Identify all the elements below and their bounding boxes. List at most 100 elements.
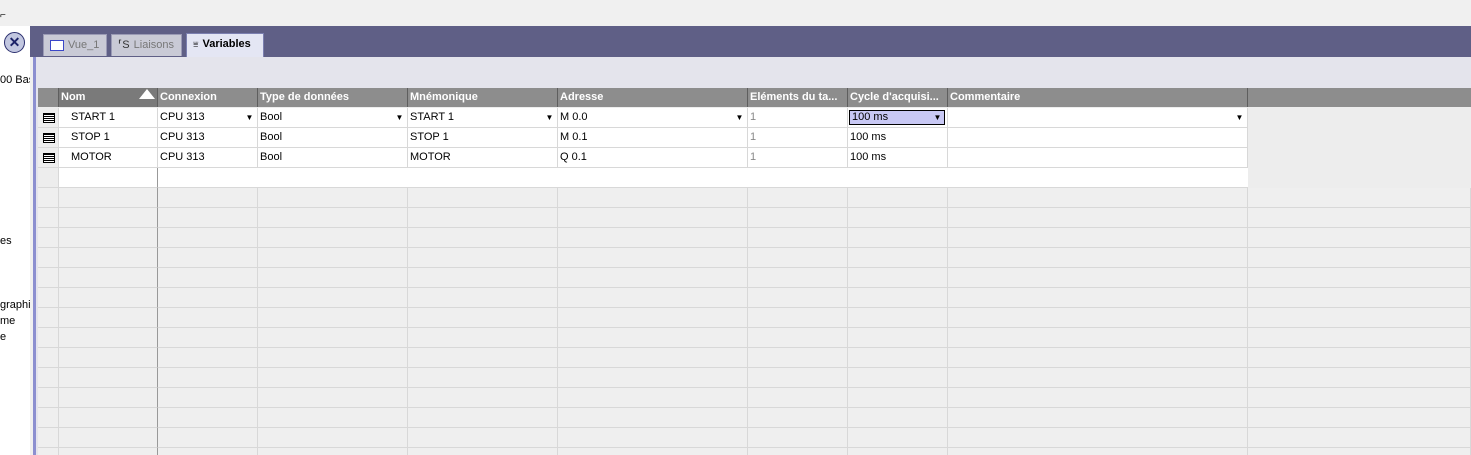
cell-commentaire[interactable] — [948, 128, 1248, 148]
empty-cell — [38, 368, 59, 388]
cell-nom[interactable]: MOTOR — [59, 148, 158, 168]
column-header-commentaire[interactable]: Commentaire — [948, 88, 1248, 107]
empty-row — [38, 288, 1471, 308]
cell-connexion[interactable]: CPU 313 — [158, 148, 258, 168]
row-selector[interactable] — [38, 108, 59, 128]
row-icon — [43, 133, 55, 143]
tab-liaisons[interactable]: ⸢S Liaisons — [111, 34, 182, 56]
empty-cell — [748, 228, 848, 248]
cell-nom[interactable]: START 1 — [59, 108, 158, 128]
row-selector[interactable] — [38, 148, 59, 168]
new-entry-cells[interactable] — [158, 168, 1248, 188]
empty-cell — [1248, 208, 1471, 228]
dropdown-arrow-icon[interactable]: ▼ — [544, 112, 555, 123]
tab-vue-1[interactable]: Vue_1 — [43, 34, 107, 56]
tab-variables[interactable]: ⩸ Variables — [186, 33, 264, 57]
cell-connexion[interactable]: CPU 313 — [158, 128, 258, 148]
empty-cell — [408, 408, 558, 428]
column-header-cycle[interactable]: Cycle d'acquisi... — [848, 88, 948, 107]
cell-mnemonique[interactable]: MOTOR — [408, 148, 558, 168]
dropdown-arrow-icon[interactable]: ▼ — [1234, 112, 1245, 123]
cell-nom[interactable]: STOP 1 — [59, 128, 158, 148]
cell-type[interactable]: Bool ▼ — [258, 108, 408, 128]
cell-value: START 1 — [410, 111, 455, 123]
cell-type[interactable]: Bool — [258, 128, 408, 148]
cell-type[interactable]: Bool — [258, 148, 408, 168]
cell-connexion[interactable]: CPU 313 ▼ — [158, 108, 258, 128]
cell-elements[interactable]: 1 — [748, 128, 848, 148]
empty-cell — [158, 408, 258, 428]
cycle-select[interactable]: 100 ms ▼ — [849, 110, 945, 125]
dropdown-arrow-icon[interactable]: ▼ — [932, 112, 943, 123]
empty-cell — [558, 288, 748, 308]
dropdown-arrow-icon[interactable]: ▼ — [244, 112, 255, 123]
column-header-label: Nom — [61, 91, 86, 103]
empty-row — [38, 188, 1471, 208]
table-row[interactable]: STOP 1 CPU 313 Bool STOP 1 M 0.1 1 100 m… — [38, 128, 1471, 148]
empty-cell — [1248, 328, 1471, 348]
empty-cell — [59, 248, 158, 268]
cell-commentaire[interactable] — [948, 148, 1248, 168]
new-entry-row[interactable] — [38, 168, 1471, 188]
column-header-elements[interactable]: Eléments du ta... — [748, 88, 848, 107]
column-header-adresse[interactable]: Adresse — [558, 88, 748, 107]
cell-mnemonique[interactable]: STOP 1 — [408, 128, 558, 148]
dropdown-arrow-icon[interactable]: ▼ — [734, 112, 745, 123]
empty-cell — [558, 188, 748, 208]
empty-cell — [748, 188, 848, 208]
empty-cell — [38, 228, 59, 248]
row-icon — [43, 153, 55, 163]
empty-cell — [558, 268, 748, 288]
column-header-type[interactable]: Type de données — [258, 88, 408, 107]
empty-cell — [258, 428, 408, 448]
cell-elements[interactable]: 1 — [748, 148, 848, 168]
column-header-nom[interactable]: Nom — [59, 88, 158, 107]
column-header-mnemonique[interactable]: Mnémonique — [408, 88, 558, 107]
empty-cell — [948, 368, 1248, 388]
empty-row — [38, 228, 1471, 248]
empty-cell — [748, 448, 848, 455]
empty-cell — [1248, 368, 1471, 388]
cell-elements[interactable]: 1 — [748, 108, 848, 128]
empty-cell — [158, 268, 258, 288]
cell-mnemonique[interactable]: START 1 ▼ — [408, 108, 558, 128]
close-editor-button[interactable]: ✕ — [4, 32, 25, 53]
empty-cell — [558, 368, 748, 388]
empty-cell — [59, 368, 158, 388]
cell-cycle[interactable]: 100 ms — [848, 148, 948, 168]
table-row[interactable]: START 1 CPU 313 ▼ Bool ▼ START 1 ▼ M 0.0… — [38, 108, 1471, 128]
cell-cycle[interactable]: 100 ms — [848, 128, 948, 148]
row-selector[interactable] — [38, 168, 59, 188]
empty-cell — [59, 448, 158, 455]
cell-cycle[interactable]: 100 ms ▼ — [848, 108, 948, 128]
cell-adresse[interactable]: M 0.1 — [558, 128, 748, 148]
cell-value: Bool — [260, 111, 283, 123]
empty-cell — [558, 448, 748, 455]
empty-cell — [948, 348, 1248, 368]
empty-cell — [59, 408, 158, 428]
empty-cell — [848, 368, 948, 388]
empty-cell — [1248, 348, 1471, 368]
cell-nom[interactable] — [59, 168, 158, 188]
empty-cell — [558, 388, 748, 408]
empty-cell — [558, 308, 748, 328]
empty-cell — [59, 348, 158, 368]
row-selector[interactable] — [38, 128, 59, 148]
empty-cell — [408, 248, 558, 268]
empty-cell — [258, 248, 408, 268]
empty-cell — [38, 428, 59, 448]
empty-cell — [59, 228, 158, 248]
cell-commentaire[interactable]: ▼ — [948, 108, 1248, 128]
empty-cell — [948, 208, 1248, 228]
empty-cell — [848, 388, 948, 408]
table-row[interactable]: MOTOR CPU 313 Bool MOTOR Q 0.1 1 100 ms — [38, 148, 1471, 168]
empty-cell — [408, 348, 558, 368]
empty-cell — [158, 308, 258, 328]
dropdown-arrow-icon[interactable]: ▼ — [394, 112, 405, 123]
empty-cell — [258, 228, 408, 248]
cell-adresse[interactable]: Q 0.1 — [558, 148, 748, 168]
empty-cell — [748, 348, 848, 368]
cell-adresse[interactable]: M 0.0 ▼ — [558, 108, 748, 128]
empty-cell — [258, 368, 408, 388]
column-header-connexion[interactable]: Connexion — [158, 88, 258, 107]
